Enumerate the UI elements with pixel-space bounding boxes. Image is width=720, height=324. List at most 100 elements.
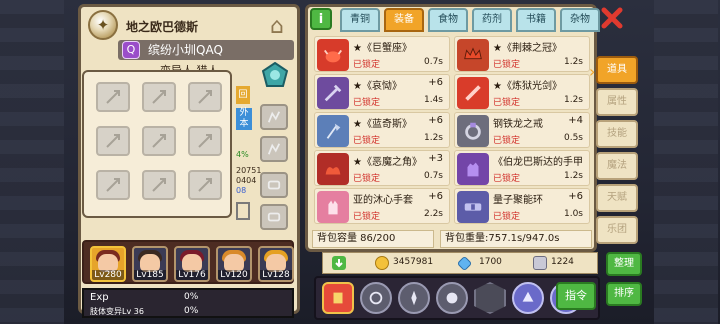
side-tag: 外本 xyxy=(236,108,252,130)
party-member-level: Lv128 xyxy=(260,270,292,280)
silver-amount: 1224 xyxy=(551,257,574,267)
equip-slot[interactable] xyxy=(188,126,222,156)
equip-slot[interactable] xyxy=(96,126,130,156)
item-lock: 已锁定 xyxy=(493,98,521,108)
inventory-item[interactable]: 《伯龙巴斯达的手甲 已锁定 1.2s xyxy=(454,150,590,186)
tab-books[interactable]: 书籍 xyxy=(516,8,556,32)
side-tab-attributes[interactable]: 属性 xyxy=(596,88,638,116)
accessory-slot[interactable] xyxy=(260,204,288,230)
item-amount: +6 xyxy=(428,115,443,126)
tab-equipment[interactable]: 装备 xyxy=(384,8,424,32)
side-stat: 0404 xyxy=(236,176,257,185)
equip-slot[interactable] xyxy=(188,170,222,200)
side-tab-items[interactable]: 道具 xyxy=(589,56,638,84)
character-name-row: Q 缤纷小圳QAQ xyxy=(118,40,294,60)
crab-icon xyxy=(317,39,349,71)
item-name: 钢铁龙之戒 xyxy=(493,119,543,130)
skill-slot-empty[interactable] xyxy=(474,282,506,314)
badge-icon: Q xyxy=(122,41,140,59)
item-name: ★《恶魔之角》 xyxy=(353,157,422,168)
background-pillar xyxy=(0,0,64,324)
party-member-portrait[interactable]: Lv128 xyxy=(258,246,294,282)
item-amount: +4 xyxy=(568,115,583,126)
rank-emblem-icon: ✦ xyxy=(88,10,118,40)
skill-slot-icon[interactable] xyxy=(398,282,430,314)
equip-slot[interactable] xyxy=(142,126,176,156)
belt-icon xyxy=(457,191,489,223)
party-member-level: Lv176 xyxy=(176,270,208,280)
skill-slot-icon[interactable] xyxy=(436,282,468,314)
item-amount: +6 xyxy=(428,77,443,88)
inventory-item[interactable]: 亚的沐心手套 已锁定 +6 2.2s xyxy=(314,188,450,224)
exp-bar: Exp 0% 肢体变异Lv 36 0% xyxy=(82,288,294,318)
item-name: 《伯龙巴斯达的手甲 xyxy=(493,157,583,168)
side-tab-band[interactable]: 乐团 xyxy=(596,216,638,244)
skill-slot-icon[interactable] xyxy=(322,282,354,314)
download-icon[interactable] xyxy=(331,255,347,271)
currency-bar: 3457981 1700 1224 xyxy=(322,252,598,274)
inventory-item[interactable]: ★《恶魔之角》 已锁定 +3 0.7s xyxy=(314,150,450,186)
exp-percent: 0% xyxy=(184,292,199,302)
character-title: 地之欧巴德斯 xyxy=(126,20,199,34)
skill-slot-icon[interactable] xyxy=(512,282,544,314)
side-tab-skills[interactable]: 技能 xyxy=(596,120,638,148)
bag-weight: 背包重量:757.1s/947.0s xyxy=(440,230,592,248)
side-tab-talent[interactable]: 天赋 xyxy=(596,184,638,212)
close-icon[interactable] xyxy=(600,6,624,30)
accessory-slot[interactable] xyxy=(260,172,288,198)
item-lock: 已锁定 xyxy=(493,136,521,146)
party-member-portrait[interactable]: Lv185 xyxy=(132,246,168,282)
side-stat: 4% xyxy=(236,150,249,159)
inventory-item[interactable]: ★《哀恸》 已锁定 +6 1.4s xyxy=(314,74,450,110)
gem-socket-icon[interactable] xyxy=(262,62,288,88)
inventory-item[interactable]: ★《蓝奇斯》 已锁定 +6 1.2s xyxy=(314,112,450,148)
accessory-slot[interactable] xyxy=(260,104,288,130)
sort-button[interactable]: 整理 xyxy=(606,252,642,276)
equip-slot[interactable] xyxy=(96,82,130,112)
axe-icon xyxy=(317,115,349,147)
tab-potion[interactable]: 药剂 xyxy=(472,8,512,32)
party-member-portrait[interactable]: Lv280 xyxy=(90,246,126,282)
tab-misc[interactable]: 杂物 xyxy=(560,8,600,32)
side-slot-small[interactable] xyxy=(236,202,250,220)
party-member-level: Lv280 xyxy=(92,270,124,280)
party-member-portrait[interactable]: Lv176 xyxy=(174,246,210,282)
item-lock: 已锁定 xyxy=(493,212,521,222)
tab-food[interactable]: 食物 xyxy=(428,8,468,32)
item-weight: 0.7s xyxy=(423,57,443,67)
accessory-slot[interactable] xyxy=(260,136,288,162)
equip-slot[interactable] xyxy=(142,82,176,112)
equip-slot[interactable] xyxy=(188,82,222,112)
inventory-item[interactable]: ★《巨蟹座》 已锁定 0.7s xyxy=(314,36,450,72)
background-pillar xyxy=(654,0,718,324)
inventory-item[interactable]: 钢铁龙之戒 已锁定 +4 0.5s xyxy=(454,112,590,148)
item-amount: +6 xyxy=(568,191,583,202)
item-lock: 已锁定 xyxy=(353,136,381,146)
inventory-item[interactable]: ★《炼狱光剑》 已锁定 1.2s xyxy=(454,74,590,110)
sword-icon xyxy=(317,77,349,109)
party-member-portrait[interactable]: Lv120 xyxy=(216,246,252,282)
demon-horn-icon xyxy=(317,153,349,185)
character-name: 缤纷小圳QAQ xyxy=(148,43,223,57)
item-weight: 0.5s xyxy=(563,133,583,143)
party-bar: Lv280 Lv185 Lv176 Lv120 Lv128 xyxy=(82,240,294,284)
skill-slot-icon[interactable] xyxy=(360,282,392,314)
lightsaber-icon xyxy=(457,77,489,109)
tab-bronze[interactable]: 青铜 xyxy=(340,8,380,32)
inventory-item[interactable]: 量子聚能环 已锁定 +6 1.0s xyxy=(454,188,590,224)
command-button[interactable]: 指令 xyxy=(556,282,596,310)
gold-coin-icon xyxy=(375,256,389,270)
gold-amount: 3457981 xyxy=(393,257,434,267)
side-tab-magic[interactable]: 魔法 xyxy=(596,152,638,180)
inventory-item[interactable]: ★《荆棘之冠》 已锁定 1.2s xyxy=(454,36,590,72)
info-button[interactable]: i xyxy=(310,8,332,30)
equip-slot[interactable] xyxy=(142,170,176,200)
item-name: ★《荆棘之冠》 xyxy=(493,43,562,54)
hanger-icon[interactable]: ⌂ xyxy=(260,10,294,42)
item-lock: 已锁定 xyxy=(353,98,381,108)
order-button[interactable]: 排序 xyxy=(606,282,642,306)
mutation-percent: 0% xyxy=(184,306,199,316)
equip-slot[interactable] xyxy=(96,170,130,200)
item-name: ★《哀恸》 xyxy=(353,81,402,92)
item-weight: 0.7s xyxy=(423,171,443,181)
